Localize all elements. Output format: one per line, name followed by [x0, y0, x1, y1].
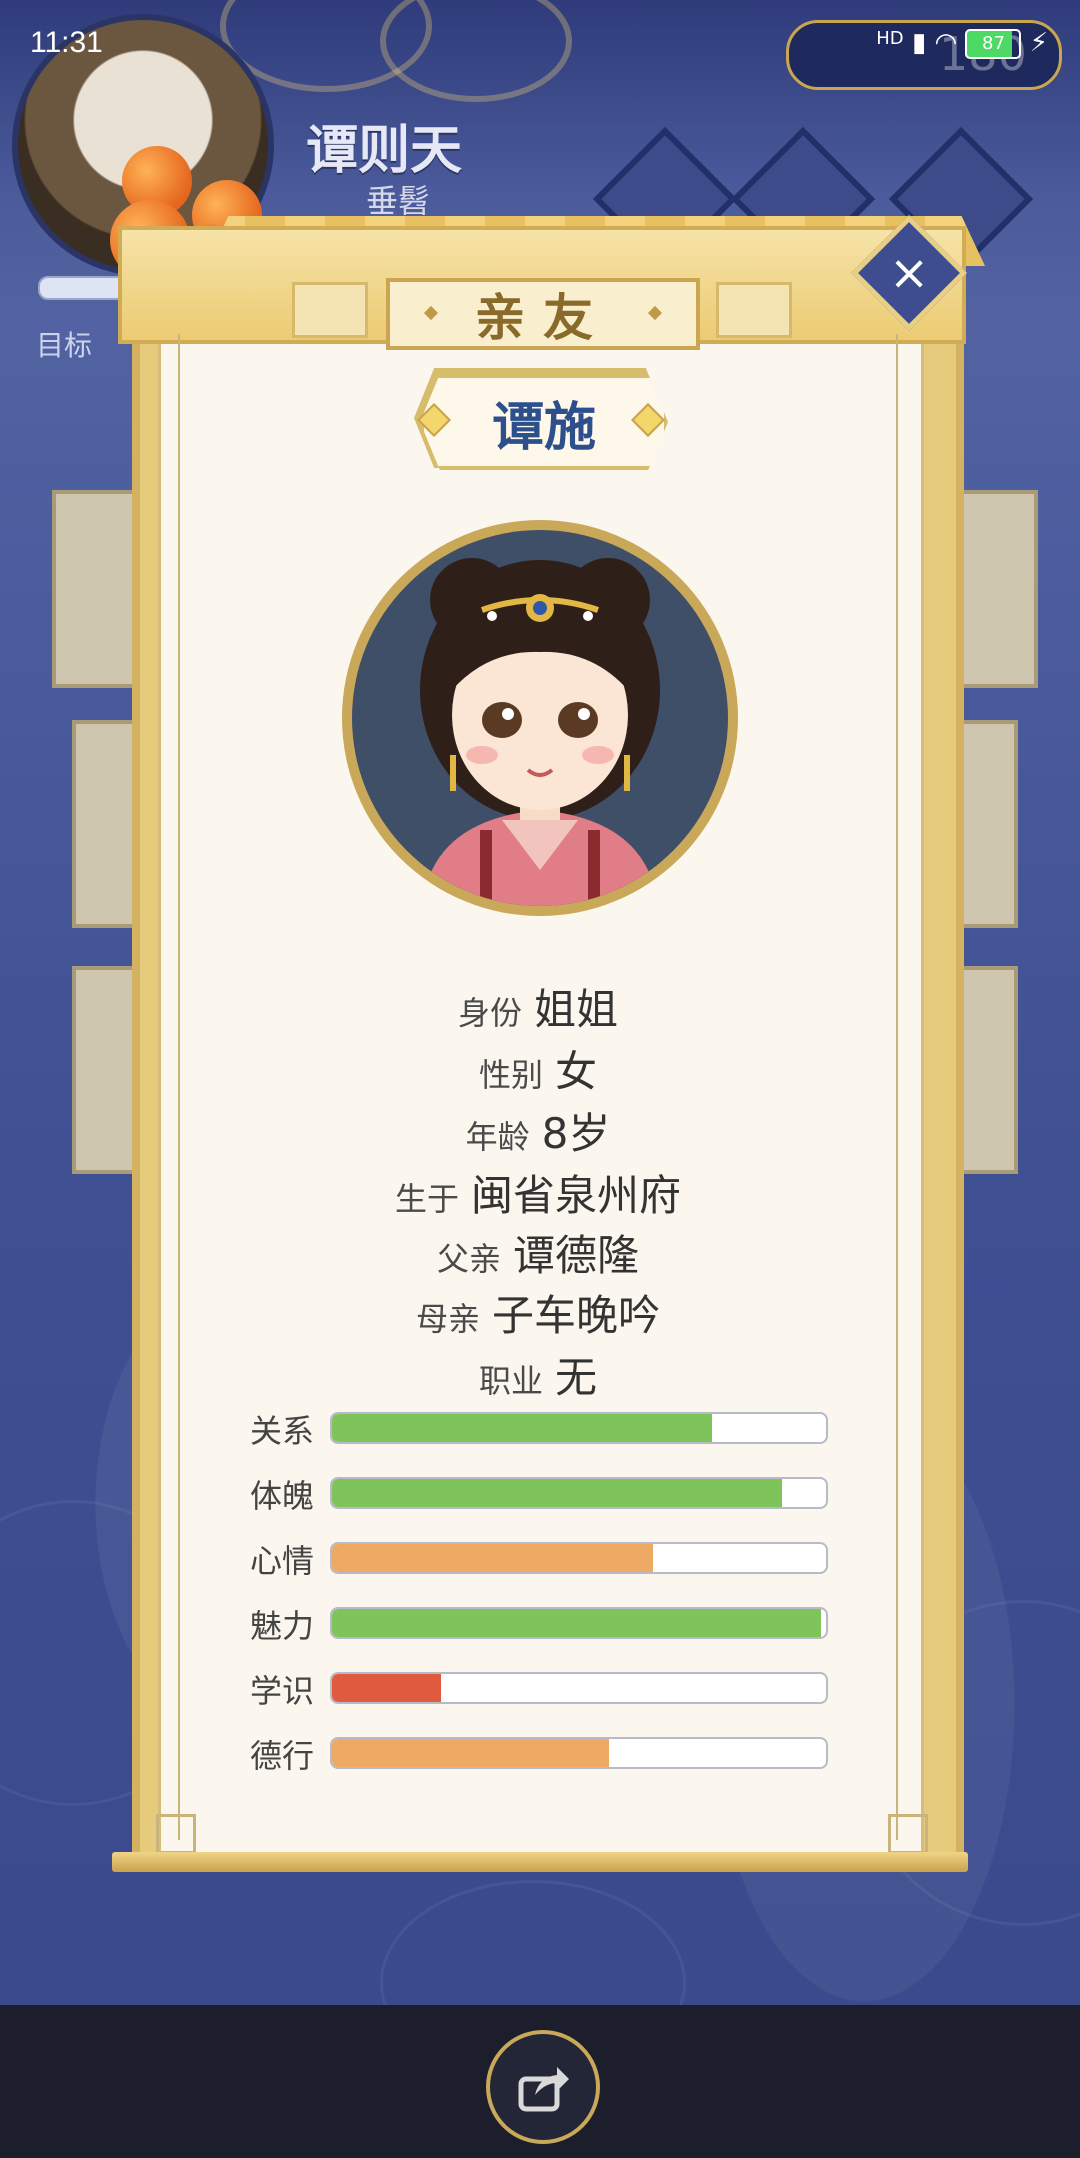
stat-relationship: 关系 — [250, 1412, 830, 1450]
battery-icon: 87 — [965, 28, 1022, 59]
player-age-stage: 垂髫 — [366, 182, 431, 220]
info-row-occupation: 职业无 — [178, 1344, 898, 1405]
share-icon — [518, 2067, 569, 2112]
stat-knowledge: 学识 — [250, 1672, 830, 1710]
scroll-bottom-rod — [112, 1852, 968, 1872]
stat-virtue: 德行 — [250, 1737, 830, 1775]
share-button[interactable] — [486, 2030, 600, 2144]
stat-mood: 心情 — [250, 1542, 830, 1580]
info-key: 职业 — [478, 1362, 543, 1400]
signal-icon: ▮ — [911, 28, 927, 58]
info-value: 无 — [555, 1353, 598, 1402]
info-key: 母亲 — [415, 1300, 480, 1338]
stat-track — [330, 1672, 828, 1704]
stat-track — [330, 1477, 828, 1509]
stat-track — [330, 1542, 828, 1574]
info-value: 闽省泉州府 — [471, 1171, 682, 1220]
stat-track — [330, 1412, 828, 1444]
header-side-panel — [292, 282, 368, 338]
dialog-title-box: 亲友 — [386, 278, 700, 350]
info-key: 父亲 — [436, 1240, 501, 1278]
info-value: 8岁 — [541, 1109, 611, 1158]
stat-fill — [332, 1739, 609, 1767]
info-value: 女 — [555, 1047, 598, 1096]
character-portrait — [352, 530, 728, 906]
portrait-illustration — [420, 558, 660, 906]
info-row-gender: 性别女 — [178, 1038, 898, 1099]
stat-fill — [332, 1479, 782, 1507]
info-key: 性别 — [478, 1056, 543, 1094]
wifi-icon: ◠ — [934, 28, 958, 58]
info-key: 身份 — [457, 994, 522, 1032]
network-type: HD — [876, 28, 904, 49]
info-row-mother: 母亲 子车晚吟 — [178, 1282, 898, 1343]
corner-ornament — [156, 1814, 196, 1854]
title-dot-icon — [647, 305, 663, 321]
stat-fill — [332, 1414, 713, 1442]
info-key: 生于 — [394, 1180, 459, 1218]
stat-track — [330, 1607, 828, 1639]
info-value: 谭德隆 — [513, 1231, 640, 1280]
stat-label: 关系 — [250, 1412, 315, 1450]
stat-fill — [332, 1609, 822, 1637]
player-name: 谭则天 — [306, 121, 463, 181]
stat-charm: 魅力 — [250, 1607, 830, 1645]
status-bar: 11:31 180 HD ▮ ◠ 87 ⚡ — [0, 0, 1080, 90]
stat-label: 体魄 — [250, 1477, 315, 1515]
stat-track — [330, 1737, 828, 1769]
charging-icon: ⚡ — [1029, 28, 1048, 58]
stat-physique: 体魄 — [250, 1477, 830, 1515]
target-label[interactable]: 目标 — [36, 324, 92, 364]
status-time: 11:31 — [30, 26, 103, 59]
system-icons: HD ▮ ◠ 87 ⚡ — [876, 28, 1048, 59]
info-key: 年龄 — [465, 1118, 530, 1156]
close-icon: × — [888, 245, 930, 301]
stat-label: 学识 — [250, 1672, 315, 1710]
info-row-identity: 身份 姐姐 — [178, 976, 898, 1037]
stat-label: 心情 — [250, 1542, 315, 1580]
stat-label: 德行 — [250, 1737, 315, 1775]
name-plate: 谭施 — [420, 374, 668, 470]
stat-label: 魅力 — [250, 1607, 315, 1645]
info-row-age: 年龄 8岁 — [178, 1100, 898, 1161]
corner-ornament — [888, 1814, 928, 1854]
character-name: 谭施 — [491, 396, 596, 458]
info-value: 子车晚吟 — [492, 1291, 661, 1340]
info-row-birthplace: 生于 闽省泉州府 — [178, 1162, 898, 1223]
info-value: 姐姐 — [534, 985, 619, 1034]
title-dot-icon — [423, 305, 439, 321]
stat-fill — [332, 1544, 654, 1572]
header-side-panel — [716, 282, 792, 338]
swirl-pattern — [380, 1880, 686, 2005]
info-row-father: 父亲 谭德隆 — [178, 1222, 898, 1283]
stat-fill — [332, 1674, 441, 1702]
dialog-title: 亲友 — [475, 288, 611, 347]
